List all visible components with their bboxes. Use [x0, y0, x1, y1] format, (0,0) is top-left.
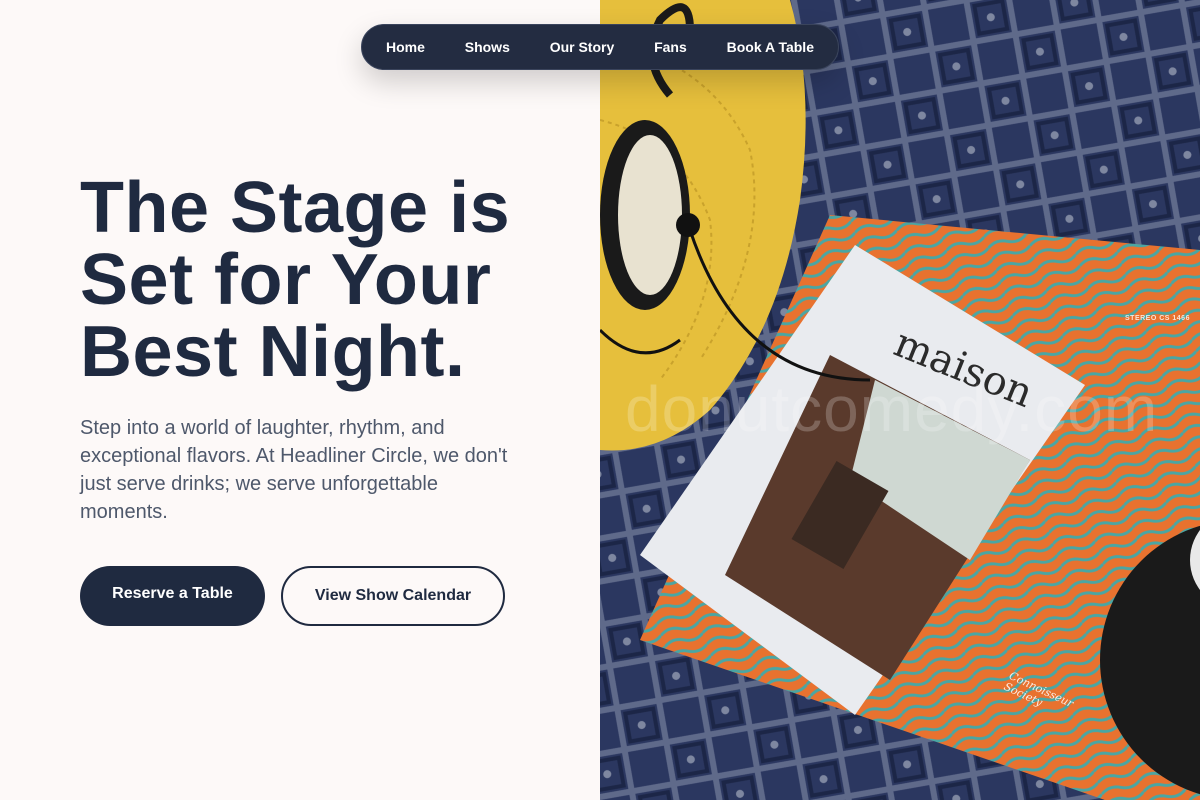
view-show-calendar-button[interactable]: View Show Calendar	[281, 566, 505, 626]
hero-title-line-1: The Stage is	[80, 168, 511, 248]
watermark: donutcomedy.com	[625, 373, 1159, 445]
record-label-text: STEREO CS 1466	[1125, 315, 1190, 322]
nav-home[interactable]: Home	[386, 39, 425, 55]
hero-description: Step into a world of laughter, rhythm, a…	[80, 417, 508, 523]
nav-our-story[interactable]: Our Story	[550, 39, 615, 55]
main-nav: Home Shows Our Story Fans Book A Table	[361, 24, 839, 70]
nav-fans[interactable]: Fans	[654, 39, 687, 55]
hero-title-line-3: Best Night.	[80, 312, 466, 392]
reserve-table-button[interactable]: Reserve a Table	[80, 566, 265, 626]
hero-image: maison STEREO CS 1466 Connoisseur Societ…	[600, 0, 1200, 800]
nav-book-a-table[interactable]: Book A Table	[727, 39, 814, 55]
hero-title-line-2: Set for Your	[80, 240, 492, 320]
hero-title: The Stage is Set for Your Best Night.	[80, 172, 580, 388]
nav-shows[interactable]: Shows	[465, 39, 510, 55]
